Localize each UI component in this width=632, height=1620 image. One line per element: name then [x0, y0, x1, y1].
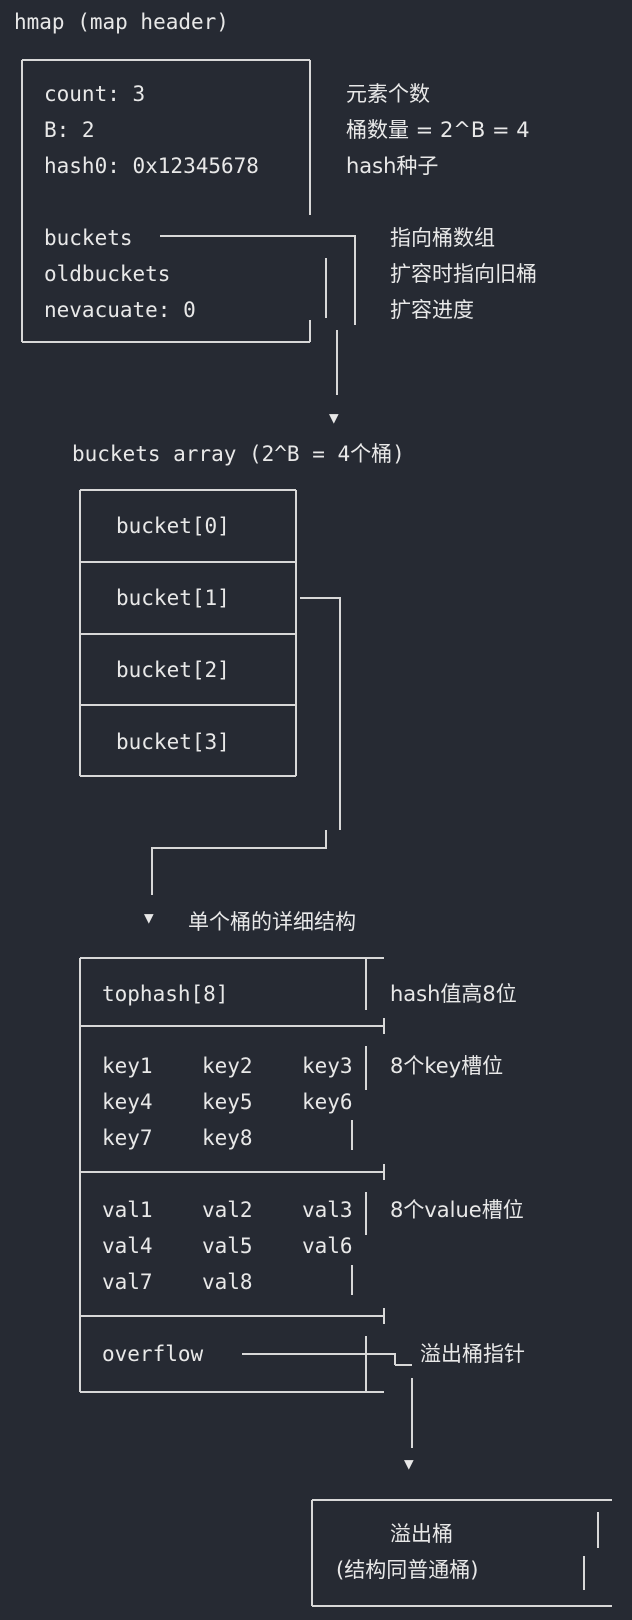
arrow-down-icon-2: ▼ — [144, 908, 154, 927]
note-hash0: hash种子 — [346, 154, 439, 178]
tophash-label: tophash[8] — [102, 982, 229, 1006]
note-nevacuate: 扩容进度 — [390, 298, 474, 322]
note-buckets: 指向桶数组 — [390, 226, 495, 250]
value-slot: val6 — [302, 1234, 353, 1258]
field-count: count: 3 — [44, 82, 146, 106]
overflow-bucket-subtitle: (结构同普通桶) — [336, 1558, 479, 1582]
value-slot: val2 — [202, 1198, 253, 1222]
key-slot: key7 — [102, 1126, 153, 1150]
note-oldbuckets: 扩容时指向旧桶 — [390, 262, 537, 286]
values-note: 8个value槽位 — [390, 1198, 524, 1222]
key-slot: key4 — [102, 1090, 153, 1114]
field-hash0: hash0: 0x12345678 — [44, 154, 259, 178]
field-buckets: buckets — [44, 226, 133, 250]
key-slot: key1 — [102, 1054, 153, 1078]
value-slot: val5 — [202, 1234, 253, 1258]
field-oldbuckets: oldbuckets — [44, 262, 171, 286]
keys-note: 8个key槽位 — [390, 1054, 504, 1078]
bucket-detail-title: 单个桶的详细结构 — [188, 910, 356, 934]
key-slot: key2 — [202, 1054, 253, 1078]
bucket-item-0: bucket[0] — [116, 514, 230, 538]
hmap-title: hmap (map header) — [14, 10, 229, 34]
field-b: B: 2 — [44, 118, 95, 142]
note-count: 元素个数 — [346, 82, 430, 106]
arrow-down-icon-1: ▼ — [329, 408, 339, 427]
overflow-bucket-title: 溢出桶 — [390, 1522, 453, 1546]
overflow-pointer-line — [242, 1353, 413, 1448]
value-slot: val8 — [202, 1270, 253, 1294]
note-b: 桶数量 = 2^B = 4 — [346, 118, 530, 142]
key-slot: key3 — [302, 1054, 353, 1078]
buckets-array-title: buckets array (2^B = 4个桶) — [72, 442, 405, 466]
key-slot: key8 — [202, 1126, 253, 1150]
value-slot: val1 — [102, 1198, 153, 1222]
overflow-note: 溢出桶指针 — [420, 1342, 525, 1366]
overflow-label: overflow — [102, 1342, 204, 1366]
bucket-item-1: bucket[1] — [116, 586, 230, 610]
arrow-down-icon-3: ▼ — [404, 1454, 414, 1473]
value-slot: val4 — [102, 1234, 153, 1258]
overflow-bucket-border — [311, 1499, 612, 1607]
key-slot: key6 — [302, 1090, 353, 1114]
field-nevacuate: nevacuate: 0 — [44, 298, 196, 322]
bucket-item-2: bucket[2] — [116, 658, 230, 682]
bucket-detail-border — [79, 957, 385, 1393]
value-slot: val3 — [302, 1198, 353, 1222]
key-slot: key5 — [202, 1090, 253, 1114]
tophash-note: hash值高8位 — [390, 982, 517, 1006]
value-slot: val7 — [102, 1270, 153, 1294]
bucket-item-3: bucket[3] — [116, 730, 230, 754]
